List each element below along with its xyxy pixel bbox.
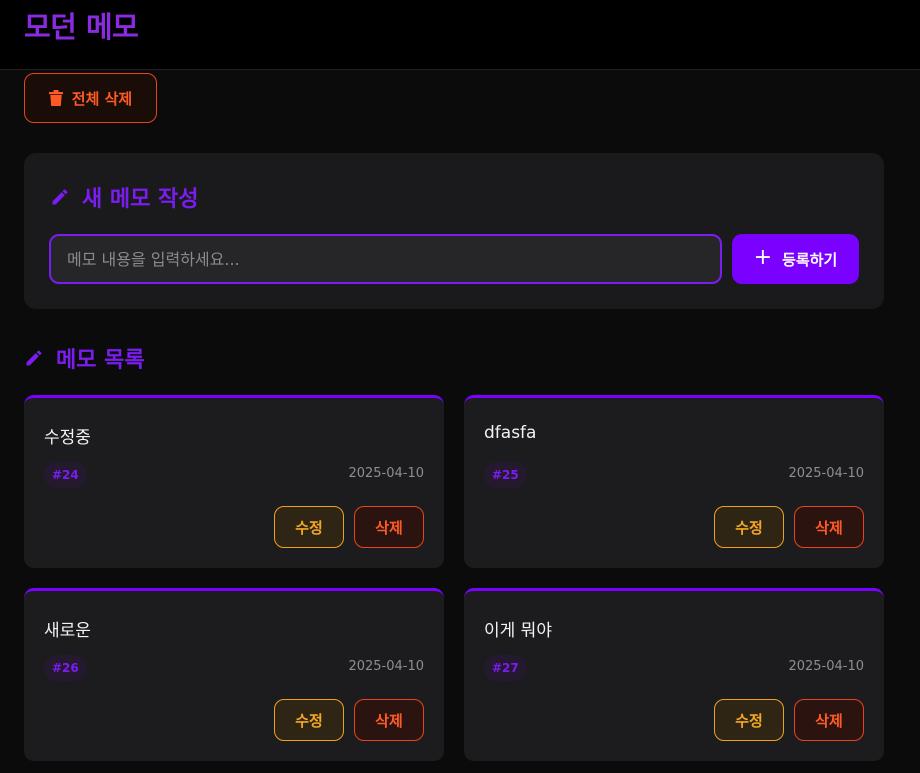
memo-list-title-label: 메모 목록 [56,348,145,373]
memo-input[interactable] [49,234,722,284]
delete-button[interactable]: 삭제 [354,699,424,741]
compose-title: 새 메모 작성 [50,181,199,213]
memo-id-badge: #26 [44,655,87,681]
app-title: 모던 메모 [24,10,139,44]
memo-card: dfasfa #25 2025-04-10 수정 삭제 [464,395,884,568]
memo-text: 이게 뭐야 [484,621,552,641]
memo-text: dfasfa [484,423,537,443]
memo-list-title: 메모 목록 [24,342,145,374]
memo-date: 2025-04-10 [348,659,424,674]
top-bar: 모던 메모 [0,0,920,70]
pencil-icon [52,189,68,205]
memo-card: 수정중 #24 2025-04-10 수정 삭제 [24,395,444,568]
edit-button[interactable]: 수정 [274,699,344,741]
clear-all-label: 전체 삭제 [71,89,133,108]
memo-text: 수정중 [44,428,91,448]
clear-all-button[interactable]: 전체 삭제 [24,73,157,123]
memo-card: 이게 뭐야 #27 2025-04-10 수정 삭제 [464,588,884,761]
edit-button[interactable]: 수정 [714,506,784,548]
compose-panel: 새 메모 작성 + 등록하기 [24,153,884,309]
memo-card: 새로운 #26 2025-04-10 수정 삭제 [24,588,444,761]
trash-icon [48,90,63,106]
memo-date: 2025-04-10 [348,466,424,481]
memo-id-badge: #25 [484,462,527,488]
edit-button[interactable]: 수정 [274,506,344,548]
delete-button[interactable]: 삭제 [794,699,864,741]
submit-label: 등록하기 [782,250,838,269]
memo-id-badge: #27 [484,655,527,681]
delete-button[interactable]: 삭제 [794,506,864,548]
memo-date: 2025-04-10 [788,659,864,674]
memo-id-badge: #24 [44,462,87,488]
edit-button[interactable]: 수정 [714,699,784,741]
memo-date: 2025-04-10 [788,466,864,481]
pencil-icon [26,350,42,366]
plus-icon: + [753,245,773,270]
delete-button[interactable]: 삭제 [354,506,424,548]
compose-title-label: 새 메모 작성 [82,187,199,212]
submit-button[interactable]: + 등록하기 [732,234,859,284]
memo-text: 새로운 [44,621,91,641]
